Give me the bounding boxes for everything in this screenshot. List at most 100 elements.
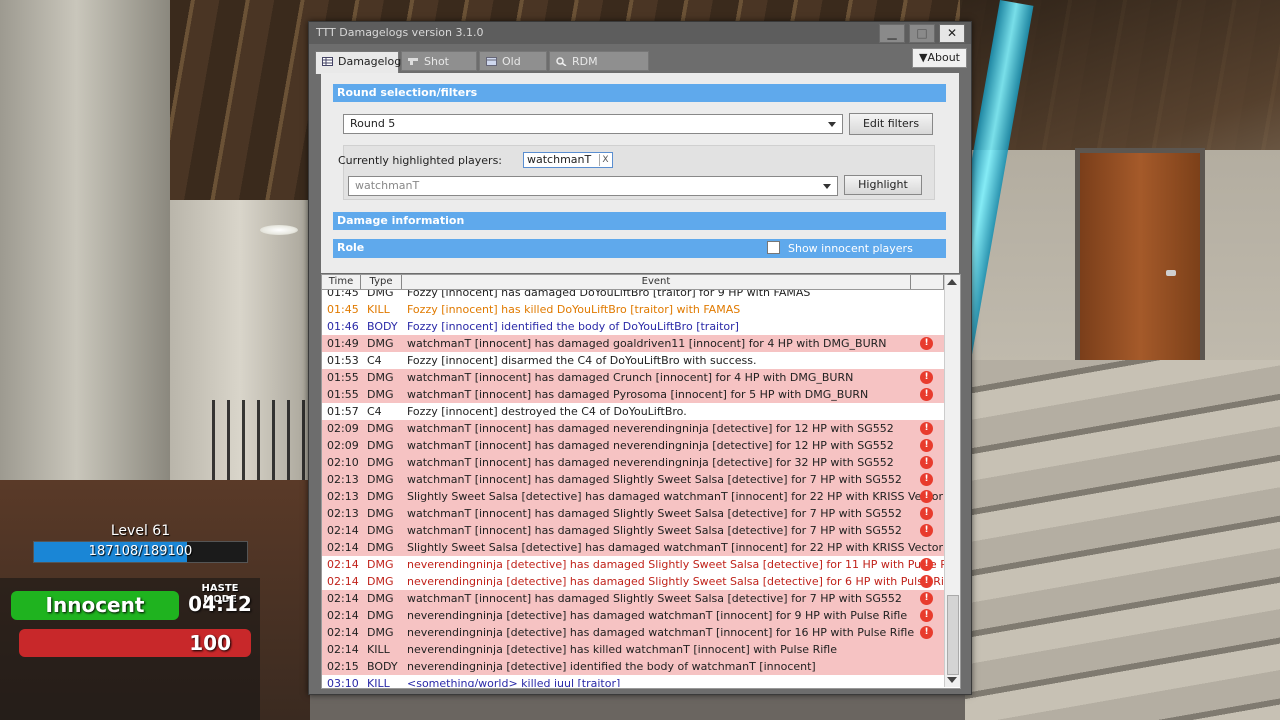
column-event[interactable]: Event: [402, 275, 911, 289]
log-row[interactable]: 01:53 C4 Fozzy [innocent] disarmed the C4 …: [322, 352, 944, 369]
show-innocent-label: Show innocent players: [788, 242, 913, 255]
warning-icon[interactable]: !: [920, 422, 933, 435]
log-time: 02:14: [327, 609, 359, 622]
warning-icon[interactable]: !: [920, 609, 933, 622]
list-header: Time Type Event: [322, 275, 944, 290]
log-row[interactable]: 02:15 BODY neverendingninja [detective] id…: [322, 658, 944, 675]
tab-rdm-manager[interactable]: RDM Manager: [549, 51, 649, 88]
tab-old-logs[interactable]: Old logs: [479, 51, 547, 88]
title-bar[interactable]: TTT Damagelogs version 3.1.0 ▁ □ ✕: [309, 22, 971, 44]
log-row[interactable]: 01:45 DMG Fozzy [innocent] has damaged DoY…: [322, 290, 944, 301]
log-event: neverendingninja [detective] has killed …: [407, 643, 837, 656]
chevron-down-icon: [823, 184, 831, 189]
scroll-down-icon[interactable]: [947, 677, 957, 683]
player-select[interactable]: watchmanT: [348, 176, 838, 196]
warning-icon[interactable]: !: [920, 439, 933, 452]
health-bar: 100: [19, 629, 251, 657]
warning-icon[interactable]: !: [920, 473, 933, 486]
log-row[interactable]: 02:09 DMG watchmanT [innocent] has damaged…: [322, 420, 944, 437]
tab-label: Damagelog: [338, 55, 402, 68]
warning-icon[interactable]: !: [920, 524, 933, 537]
edit-filters-button[interactable]: Edit filters: [849, 113, 933, 135]
role-badge: Innocent: [11, 591, 179, 620]
minimize-icon[interactable]: ▁: [879, 24, 905, 43]
log-time: 02:14: [327, 524, 359, 537]
warning-icon[interactable]: !: [920, 575, 933, 588]
log-time: 02:14: [327, 558, 359, 571]
tab-shot-logs[interactable]: Shot Logs: [401, 51, 477, 88]
remove-chip-icon[interactable]: X: [599, 154, 611, 166]
log-row[interactable]: 01:55 DMG watchmanT [innocent] has damaged…: [322, 369, 944, 386]
column-flag[interactable]: [911, 275, 944, 289]
warning-icon[interactable]: !: [920, 507, 933, 520]
log-row[interactable]: 02:13 DMG watchmanT [innocent] has damaged…: [322, 505, 944, 522]
log-row[interactable]: 01:55 DMG watchmanT [innocent] has damaged…: [322, 386, 944, 403]
damage-information-header[interactable]: Damage information: [333, 212, 946, 230]
log-time: 02:14: [327, 575, 359, 588]
log-row[interactable]: 02:14 DMG neverendingninja [detective] has…: [322, 556, 944, 573]
maximize-icon[interactable]: □: [909, 24, 935, 43]
magnifier-icon: [556, 57, 567, 66]
log-type: DMG: [367, 609, 394, 622]
warning-icon[interactable]: !: [920, 626, 933, 639]
round-select[interactable]: Round 5: [343, 114, 843, 134]
log-type: C4: [367, 405, 382, 418]
warning-icon[interactable]: !: [920, 337, 933, 350]
log-time: 01:55: [327, 388, 359, 401]
log-row[interactable]: 01:49 DMG watchmanT [innocent] has damaged…: [322, 335, 944, 352]
log-row[interactable]: 02:14 DMG neverendingninja [detective] has…: [322, 607, 944, 624]
log-row[interactable]: 02:13 DMG Slightly Sweet Salsa [detective]…: [322, 488, 944, 505]
log-time: 01:53: [327, 354, 359, 367]
log-time: 02:14: [327, 643, 359, 656]
log-event: Slightly Sweet Salsa [detective] has dam…: [407, 541, 944, 554]
log-event: neverendingninja [detective] has damaged…: [407, 626, 915, 639]
log-row[interactable]: 02:14 DMG watchmanT [innocent] has damaged…: [322, 590, 944, 607]
health-value: 100: [189, 631, 231, 655]
log-row[interactable]: 02:14 KILL neverendingninja [detective] ha…: [322, 641, 944, 658]
about-button[interactable]: ▼About: [912, 48, 967, 68]
log-row[interactable]: 01:57 C4 Fozzy [innocent] destroyed the C4…: [322, 403, 944, 420]
list-scrollbar[interactable]: [944, 275, 960, 687]
log-event: neverendingninja [detective] has damaged…: [407, 575, 944, 588]
highlighted-player-chip: watchmanT X: [523, 152, 613, 168]
show-innocent-checkbox[interactable]: [767, 241, 780, 254]
log-row[interactable]: 02:14 DMG watchmanT [innocent] has damaged…: [322, 522, 944, 539]
warning-icon[interactable]: !: [920, 592, 933, 605]
log-type: DMG: [367, 473, 394, 486]
warning-icon[interactable]: !: [920, 558, 933, 571]
round-select-value: Round 5: [350, 117, 396, 130]
column-type[interactable]: Type: [361, 275, 402, 289]
log-row[interactable]: 03:10 KILL <something/world> killed juul […: [322, 675, 944, 687]
warning-icon[interactable]: !: [920, 371, 933, 384]
log-row[interactable]: 01:46 BODY Fozzy [innocent] identified the…: [322, 318, 944, 335]
log-row[interactable]: 02:09 DMG watchmanT [innocent] has damaged…: [322, 437, 944, 454]
log-time: 02:09: [327, 422, 359, 435]
level-label: Level 61: [110, 523, 171, 539]
warning-icon[interactable]: !: [920, 490, 933, 503]
log-time: 01:45: [327, 290, 359, 299]
log-row[interactable]: 02:14 DMG neverendingninja [detective] has…: [322, 624, 944, 641]
log-row[interactable]: 02:14 DMG neverendingninja [detective] has…: [322, 573, 944, 590]
player-select-value: watchmanT: [355, 179, 420, 192]
wooden-door: [1075, 148, 1205, 368]
warning-icon[interactable]: !: [920, 456, 933, 469]
log-time: 02:09: [327, 439, 359, 452]
log-event: neverendingninja [detective] has damaged…: [407, 609, 908, 622]
log-time: 02:15: [327, 660, 359, 673]
log-row[interactable]: 02:10 DMG watchmanT [innocent] has damaged…: [322, 454, 944, 471]
column-time[interactable]: Time: [322, 275, 361, 289]
log-type: DMG: [367, 439, 394, 452]
scroll-thumb[interactable]: [947, 595, 959, 675]
log-time: 01:45: [327, 303, 359, 316]
log-row[interactable]: 02:13 DMG watchmanT [innocent] has damaged…: [322, 471, 944, 488]
log-row[interactable]: 02:14 DMG Slightly Sweet Salsa [detective]…: [322, 539, 944, 556]
tab-damagelog[interactable]: Damagelog: [315, 51, 402, 74]
warning-icon[interactable]: !: [920, 388, 933, 401]
log-type: DMG: [367, 524, 394, 537]
highlight-button[interactable]: Highlight: [844, 175, 922, 195]
log-time: 02:13: [327, 490, 359, 503]
close-icon[interactable]: ✕: [939, 24, 965, 43]
log-row[interactable]: 01:45 KILL Fozzy [innocent] has killed DoY…: [322, 301, 944, 318]
scroll-up-icon[interactable]: [947, 279, 957, 285]
log-event: Fozzy [innocent] disarmed the C4 of DoYo…: [407, 354, 757, 367]
